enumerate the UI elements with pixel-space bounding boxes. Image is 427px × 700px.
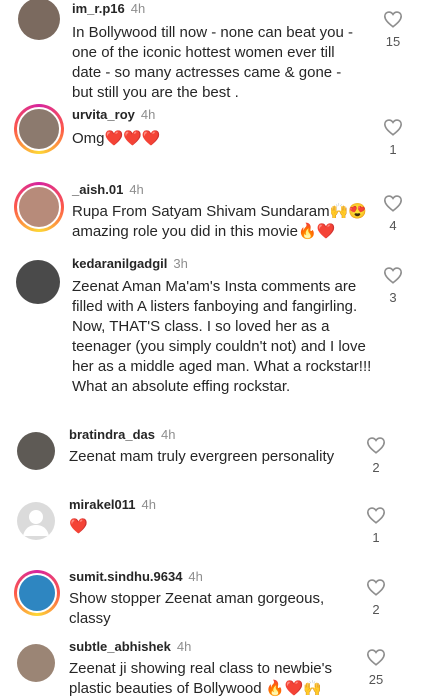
- like-button[interactable]: 1: [356, 506, 396, 545]
- comment-username[interactable]: bratindra_das: [69, 427, 155, 442]
- avatar[interactable]: [14, 104, 64, 154]
- comment-text: Zeenat mam truly evergreen personality: [69, 448, 335, 465]
- comment-text: Zeenat ji showing real class to newbie's…: [69, 660, 332, 697]
- avatar[interactable]: [18, 0, 60, 40]
- comment-text: ❤️: [69, 518, 88, 535]
- avatar[interactable]: [16, 260, 60, 304]
- heart-icon: [366, 507, 386, 524]
- avatar[interactable]: [14, 182, 64, 232]
- like-count: 4: [389, 218, 397, 233]
- like-count: 1: [389, 142, 397, 157]
- like-button[interactable]: 2: [356, 578, 396, 617]
- like-count: 2: [372, 460, 380, 475]
- like-count: 2: [372, 602, 380, 617]
- comment-username[interactable]: kedaranilgadgil: [72, 256, 167, 271]
- comment-time: 4h: [176, 639, 192, 654]
- comment-username[interactable]: urvita_roy: [72, 107, 135, 122]
- heart-icon: [383, 119, 403, 136]
- comment-time: 4h: [160, 427, 176, 442]
- comment-time: 4h: [130, 1, 146, 16]
- avatar[interactable]: [17, 644, 55, 682]
- heart-icon: [383, 195, 403, 212]
- like-button[interactable]: 1: [373, 118, 413, 157]
- comment-time: 4h: [188, 569, 203, 584]
- like-button[interactable]: 15: [373, 10, 413, 49]
- comment-username[interactable]: im_r.p16: [72, 1, 125, 16]
- comment-username[interactable]: sumit.sindhu.9634: [69, 569, 182, 584]
- like-button[interactable]: 4: [373, 194, 413, 233]
- heart-icon: [366, 579, 386, 596]
- heart-icon: [383, 267, 403, 284]
- comment-text: Rupa From Satyam Shivam Sundaram🙌😍 amazi…: [72, 203, 367, 240]
- comment-text: In Bollywood till now - none can beat yo…: [72, 24, 353, 101]
- comment-text: Omg❤️❤️❤️: [72, 130, 161, 147]
- comment-text: Zeenat Aman Ma'am's Insta comments are f…: [72, 278, 372, 395]
- like-button[interactable]: 3: [373, 266, 413, 305]
- like-count: 1: [372, 530, 380, 545]
- heart-icon: [366, 649, 386, 666]
- like-button[interactable]: 2: [356, 436, 396, 475]
- comment-text: Show stopper Zeenat aman gorgeous, class…: [69, 590, 325, 627]
- heart-icon: [366, 437, 386, 454]
- like-count: 25: [368, 672, 384, 687]
- comment-time: 4h: [141, 497, 156, 512]
- comment-username[interactable]: mirakel011: [69, 497, 136, 512]
- default-avatar-icon: [23, 510, 49, 536]
- comment-username[interactable]: subtle_abhishek: [69, 639, 171, 654]
- heart-icon: [383, 11, 403, 28]
- comment-time: 3h: [173, 256, 188, 271]
- avatar[interactable]: [17, 502, 55, 540]
- avatar[interactable]: [17, 432, 55, 470]
- avatar[interactable]: [14, 570, 60, 616]
- comment-username[interactable]: _aish.01: [72, 182, 123, 197]
- like-count: 15: [385, 34, 401, 49]
- comment-time: 4h: [129, 182, 144, 197]
- like-count: 3: [389, 290, 397, 305]
- like-button[interactable]: 25: [356, 648, 396, 687]
- comment-time: 4h: [140, 107, 156, 122]
